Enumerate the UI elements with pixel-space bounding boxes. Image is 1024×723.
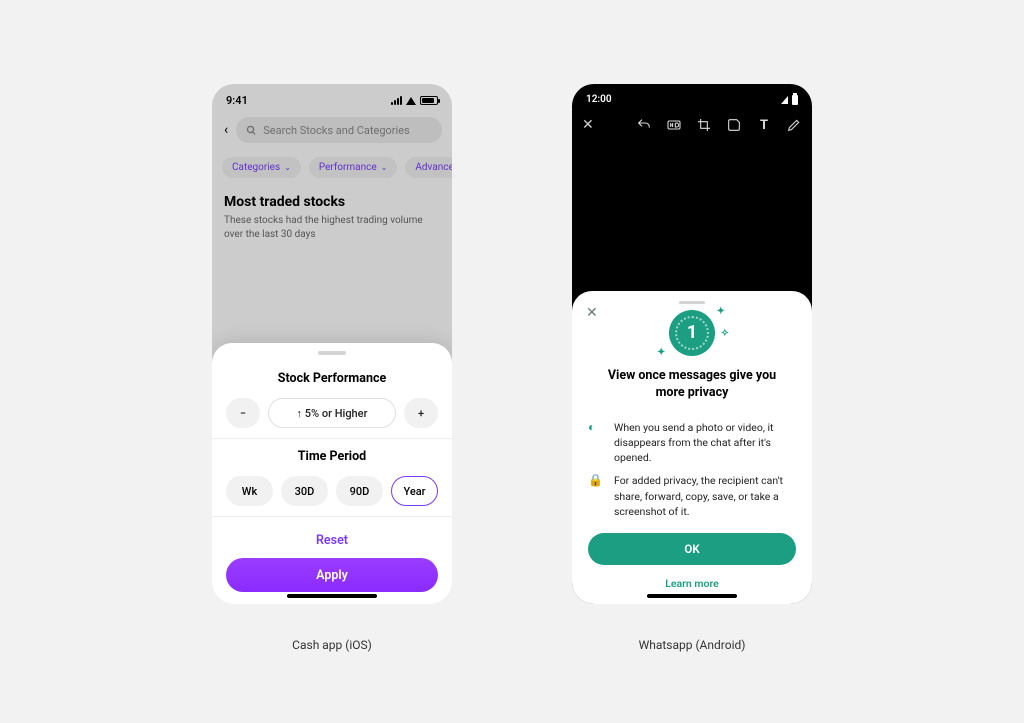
sheet-close-icon[interactable]: ✕	[586, 305, 598, 321]
lock-icon: 🔒	[588, 474, 602, 486]
close-icon[interactable]: ✕	[582, 117, 594, 133]
text-icon[interactable]: T	[756, 117, 772, 133]
home-indicator[interactable]	[647, 594, 737, 598]
signal-icon	[781, 96, 788, 104]
learn-more-link[interactable]: Learn more	[588, 577, 796, 590]
crop-rotate-icon[interactable]	[696, 117, 712, 133]
view-once-badge-icon: 1 ✦ ✦ ✧	[669, 310, 715, 356]
sticker-icon[interactable]	[726, 117, 742, 133]
info-sheet: ✕ 1 ✦ ✦ ✧ View once messages give you mo…	[572, 291, 812, 604]
decrement-button[interactable]: −	[226, 398, 260, 428]
android-status-bar: 12:00	[572, 84, 812, 109]
undo-icon[interactable]	[636, 117, 652, 133]
bullet-text: When you send a photo or video, it disap…	[614, 420, 796, 466]
increment-button[interactable]: +	[404, 398, 438, 428]
android-phone: 12:00 ✕ T ✕	[572, 84, 812, 604]
apply-button[interactable]: Apply	[226, 558, 438, 592]
battery-icon	[792, 95, 798, 105]
caption-left: Cash app (iOS)	[292, 638, 372, 652]
time-period-wk[interactable]: Wk	[226, 476, 273, 506]
sparkle-icon: ✦	[717, 306, 725, 317]
caption-right: Whatsapp (Android)	[639, 638, 746, 652]
filter-sheet: Stock Performance − ↑ 5% or Higher + Tim…	[212, 343, 452, 604]
hd-icon[interactable]	[666, 117, 682, 133]
sheet-title: View once messages give you more privacy	[592, 368, 792, 402]
time-period-90d[interactable]: 90D	[336, 476, 383, 506]
editor-toolbar: ✕ T	[572, 109, 812, 141]
time-period-year[interactable]: Year	[391, 476, 438, 506]
sparkle-icon: ✧	[721, 328, 729, 339]
sheet-grabber[interactable]	[318, 351, 346, 355]
reset-button[interactable]: Reset	[226, 527, 438, 558]
home-indicator[interactable]	[287, 594, 377, 598]
ios-phone: 9:41 ‹ Search Stocks and Categories Cate…	[212, 84, 452, 604]
status-time: 12:00	[586, 94, 612, 105]
draw-pencil-icon[interactable]	[786, 117, 802, 133]
sparkle-icon: ✦	[657, 347, 665, 358]
bullet-text: For added privacy, the recipient can't s…	[614, 473, 796, 519]
sheet-section-title: Stock Performance	[226, 371, 438, 386]
sheet-section-title: Time Period	[226, 449, 438, 464]
sheet-grabber[interactable]	[679, 301, 705, 304]
ok-button[interactable]: OK	[588, 533, 796, 565]
disappearing-icon: ◐	[588, 421, 602, 433]
time-period-30d[interactable]: 30D	[281, 476, 328, 506]
performance-value-chip[interactable]: ↑ 5% or Higher	[268, 398, 396, 428]
